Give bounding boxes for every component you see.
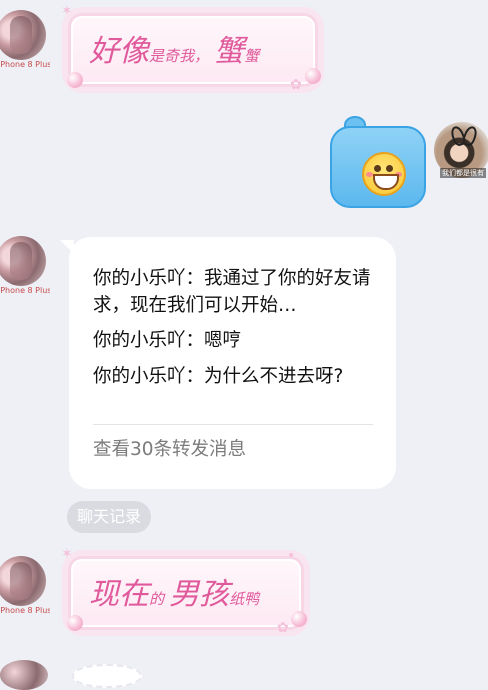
sticker-body <box>330 126 426 208</box>
partial-message-bubble[interactable] <box>72 664 142 688</box>
bubble-decoration-icon <box>67 615 83 631</box>
avatar-caption: iPhone 8 Plus <box>0 606 50 615</box>
avatar-hair-detail <box>10 242 32 280</box>
star-decoration-icon: ✶ <box>61 3 73 19</box>
card-divider <box>93 424 373 425</box>
forwarded-message-line: 你的小乐吖：嗯哼 <box>93 330 242 351</box>
avatar-hair-detail <box>10 16 32 54</box>
star-decoration-icon: ✿ <box>277 620 289 636</box>
fancy-text-bubble[interactable]: ✶ ✿ 好像是奇我， 蟹蟹 <box>61 4 321 92</box>
fancy-text-bubble[interactable]: ✶ ✿ • 现在的 男孩纸鸭 <box>61 547 307 635</box>
avatar-caption: iPhone 8 Plus <box>0 60 50 69</box>
fancy-text-main: 好像 <box>89 34 149 69</box>
fancy-text-small: 蟹 <box>244 47 260 65</box>
forwarded-chat-card[interactable]: 你的小乐吖：我通过了你的好友请求，现在我们可以开始… 你的小乐吖：嗯哼 你的小乐… <box>69 237 396 489</box>
fancy-text-small: 的 <box>149 590 165 608</box>
fancy-text-small: 纸鸭 <box>229 590 260 608</box>
forwarded-message-line: 你的小乐吖：我通过了你的好友请求，现在我们可以开始… <box>93 268 371 316</box>
avatar-hair-detail <box>10 562 32 600</box>
bubble-decoration-icon <box>67 72 83 88</box>
grinning-face-sticker[interactable] <box>322 116 428 208</box>
fancy-text-main: 男孩 <box>169 577 230 612</box>
contact-avatar[interactable]: iPhone 8 Plus <box>0 10 50 74</box>
contact-avatar[interactable]: iPhone 8 Plus <box>0 556 50 620</box>
bubble-decoration-icon <box>291 611 307 627</box>
fancy-text-main: 现在 <box>89 577 149 612</box>
bunny-ears-icon <box>452 126 476 142</box>
contact-avatar[interactable] <box>0 660 48 690</box>
smiley-mouth <box>373 174 399 190</box>
avatar-caption: iPhone 8 Plus <box>0 286 50 295</box>
star-decoration-icon: ✶ <box>61 546 73 562</box>
fancy-text: 现在的 男孩纸鸭 <box>89 569 259 613</box>
fancy-text-small: 是 <box>149 47 165 65</box>
star-decoration-icon: ✿ <box>290 77 302 93</box>
smiley-cheek <box>366 172 373 177</box>
avatar-caption: 我们都是很有 <box>440 168 486 178</box>
my-avatar[interactable]: 我们都是很有 <box>434 122 488 182</box>
fancy-text-main: 蟹 <box>214 34 245 69</box>
smiley-eye <box>374 165 381 172</box>
star-decoration-icon: • <box>287 548 296 564</box>
forwarded-message-line: 你的小乐吖：为什么不进去呀? <box>93 366 344 387</box>
smiley-eye <box>386 165 393 172</box>
contact-avatar[interactable]: iPhone 8 Plus <box>0 236 50 300</box>
chat-record-tag: 聊天记录 <box>67 501 152 533</box>
fancy-text-small: 奇我， <box>164 47 210 65</box>
bubble-decoration-icon <box>305 68 321 84</box>
smiley-face-icon <box>362 152 406 196</box>
view-forwarded-messages-link[interactable]: 查看30条转发消息 <box>93 435 246 461</box>
fancy-text: 好像是奇我， 蟹蟹 <box>89 26 259 70</box>
